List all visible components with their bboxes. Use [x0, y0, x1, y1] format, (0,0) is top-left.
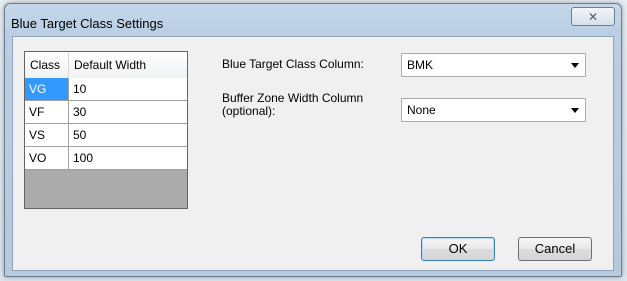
table-row[interactable]: VF 30 — [25, 101, 187, 124]
cancel-button[interactable]: Cancel — [518, 237, 592, 261]
class-cell[interactable]: VO — [25, 147, 69, 169]
buffer-zone-label: Buffer Zone Width Column (optional): — [222, 92, 363, 118]
column-header-default-width[interactable]: Default Width — [69, 52, 187, 78]
buffer-zone-dropdown[interactable]: None — [401, 98, 586, 122]
title-bar[interactable]: Blue Target Class Settings ✕ — [5, 4, 621, 34]
buffer-zone-label-line2: (optional): — [222, 104, 276, 118]
table-row[interactable]: VO 100 — [25, 147, 187, 170]
class-width-grid: Class Default Width VG 10 VF 30 VS 50 VO… — [24, 51, 188, 209]
settings-dialog: Blue Target Class Settings ✕ Class Defau… — [4, 3, 622, 277]
width-cell[interactable]: 10 — [69, 78, 187, 100]
table-row[interactable]: VG 10 — [25, 78, 187, 101]
dialog-title: Blue Target Class Settings — [11, 16, 164, 31]
chevron-down-icon — [571, 108, 579, 113]
width-cell[interactable]: 100 — [69, 147, 187, 169]
column-header-class[interactable]: Class — [25, 52, 69, 78]
class-cell[interactable]: VF — [25, 101, 69, 123]
class-cell[interactable]: VG — [25, 78, 69, 100]
close-icon: ✕ — [587, 9, 599, 24]
width-cell[interactable]: 50 — [69, 124, 187, 146]
close-button[interactable]: ✕ — [571, 7, 615, 26]
table-row[interactable]: VS 50 — [25, 124, 187, 147]
chevron-down-icon — [571, 63, 579, 68]
buffer-zone-value: None — [407, 103, 436, 117]
width-cell[interactable]: 30 — [69, 101, 187, 123]
class-cell[interactable]: VS — [25, 124, 69, 146]
ok-button[interactable]: OK — [421, 237, 495, 261]
grid-header: Class Default Width — [25, 52, 187, 79]
dialog-body: Class Default Width VG 10 VF 30 VS 50 VO… — [12, 36, 614, 271]
target-column-dropdown[interactable]: BMK — [401, 53, 586, 77]
target-column-label: Blue Target Class Column: — [222, 57, 364, 71]
target-column-value: BMK — [407, 58, 434, 72]
